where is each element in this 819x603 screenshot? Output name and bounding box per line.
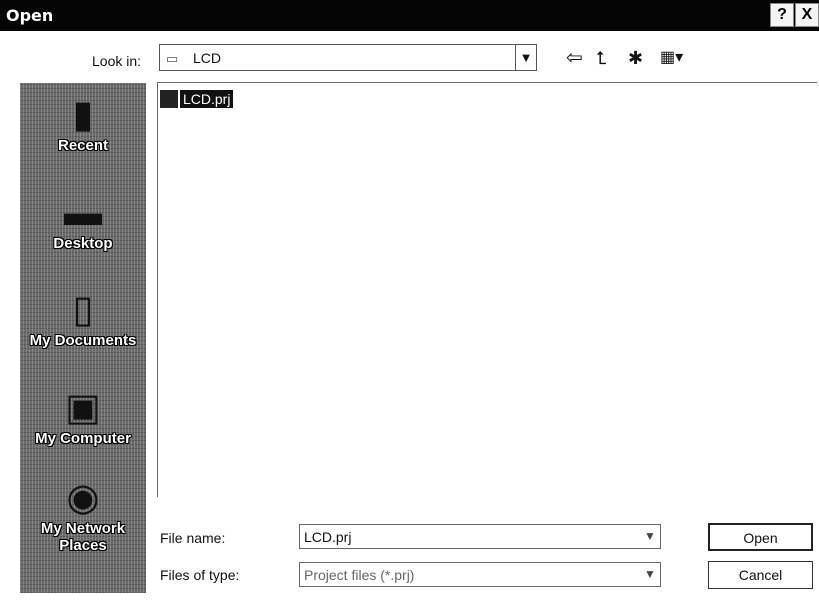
file-list[interactable]: LCD.prj	[157, 82, 817, 497]
place-desktop[interactable]: ▬ Desktop	[20, 191, 146, 252]
up-folder-icon[interactable]: ⮤	[596, 48, 607, 68]
my-documents-icon: ▯	[72, 289, 94, 331]
cancel-button[interactable]: Cancel	[708, 561, 813, 589]
place-my-computer[interactable]: ▣ My Computer	[20, 386, 146, 447]
place-label-my-network-places: My Network Places	[40, 520, 126, 554]
lookin-dropdown[interactable]: ▭ LCD ▼	[159, 44, 537, 71]
place-label-recent: Recent	[57, 137, 109, 154]
file-type-label-text: Files of type:	[160, 567, 240, 583]
file-name-input[interactable]: LCD.prj ▼	[299, 524, 661, 549]
new-folder-icon[interactable]: ✱	[628, 48, 643, 68]
file-type-value: Project files (*.prj)	[304, 567, 415, 583]
chevron-down-icon[interactable]: ▼	[640, 563, 660, 586]
lookin-value: LCD	[193, 50, 222, 66]
chevron-down-icon[interactable]: ▼	[515, 45, 536, 70]
file-icon	[160, 90, 178, 108]
place-label-my-computer: My Computer	[35, 430, 131, 447]
open-button[interactable]: Open	[708, 523, 813, 551]
back-icon[interactable]: ⇦	[566, 48, 583, 68]
file-name-value: LCD.prj	[304, 529, 352, 545]
my-network-places-icon: ◉	[66, 477, 100, 519]
desktop-icon: ▬	[64, 192, 102, 234]
file-type-dropdown[interactable]: Project files (*.prj) ▼	[299, 562, 661, 587]
folder-icon: ▭	[166, 51, 179, 66]
places-bar: ▮ Recent ▬ Desktop ▯ My Documents ▣ My C…	[20, 83, 146, 593]
help-button[interactable]: ?	[770, 3, 794, 27]
place-my-documents[interactable]: ▯ My Documents	[20, 288, 146, 349]
file-name-label: LCD.prj	[180, 90, 234, 108]
lookin-label: Look in:	[92, 53, 142, 69]
place-label-my-documents: My Documents	[29, 332, 137, 349]
window-title: Open	[6, 6, 54, 25]
close-button[interactable]: X	[795, 3, 819, 27]
recent-icon: ▮	[72, 94, 94, 136]
views-menu-icon[interactable]: ▦▾	[660, 48, 683, 68]
place-recent[interactable]: ▮ Recent	[20, 93, 146, 154]
place-label-desktop: Desktop	[53, 235, 113, 252]
place-my-network-places[interactable]: ◉ My Network Places	[20, 476, 146, 554]
title-bar[interactable]: Open ? X	[0, 0, 819, 31]
file-name-label-text: File name:	[160, 530, 226, 546]
chevron-down-icon[interactable]: ▼	[640, 525, 660, 548]
list-item[interactable]: LCD.prj	[160, 88, 234, 110]
my-computer-icon: ▣	[65, 387, 101, 429]
